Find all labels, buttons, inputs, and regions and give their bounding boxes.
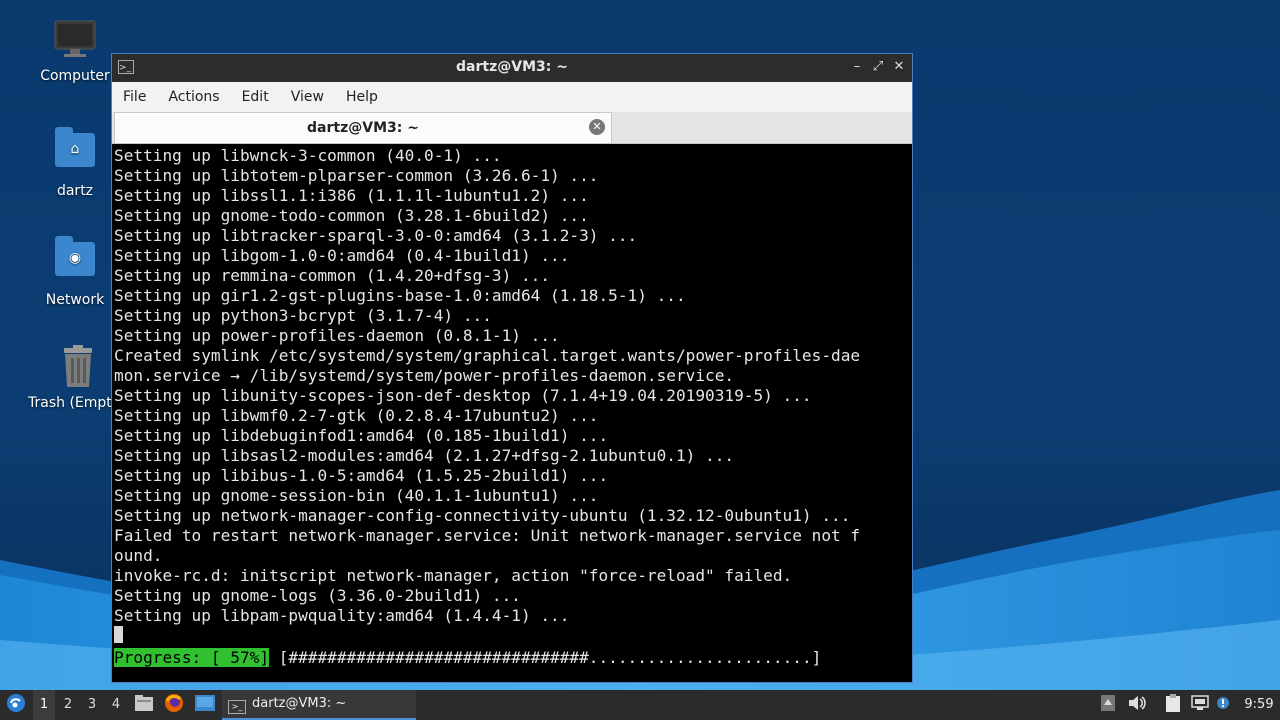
terminal-cursor — [114, 626, 123, 643]
task-terminal-button[interactable]: >_ dartz@VM3: ~ — [222, 690, 416, 720]
window-title: dartz@VM3: ~ — [456, 59, 568, 75]
taskbar: 1 2 3 4 >_ dartz@VM3: ~ 9:59 — [0, 690, 1280, 720]
clock[interactable]: 9:59 — [1240, 690, 1278, 720]
show-desktop-button[interactable] — [193, 690, 217, 720]
terminal-line: Setting up remmina-common (1.4.20+dfsg-3… — [114, 266, 551, 285]
terminal-line: Setting up network-manager-config-connec… — [114, 506, 851, 525]
workspace-1[interactable]: 1 — [33, 690, 55, 720]
progress-line: Progress: [ 57%] [######################… — [114, 648, 821, 668]
firefox-icon — [165, 694, 183, 712]
menu-edit[interactable]: Edit — [231, 82, 280, 112]
file-manager-launcher[interactable] — [133, 690, 155, 720]
clipboard-icon[interactable] — [1163, 690, 1183, 720]
terminal-line: Setting up power-profiles-daemon (0.8.1-… — [114, 326, 560, 345]
terminal-line: Setting up libgom-1.0-0:amd64 (0.4-1buil… — [114, 246, 570, 265]
file-manager-icon — [135, 695, 153, 711]
volume-icon[interactable] — [1126, 690, 1148, 720]
terminal-line: Setting up python3-bcrypt (3.1.7-4) ... — [114, 306, 492, 325]
lubuntu-logo-icon — [7, 694, 25, 712]
terminal-line: invoke-rc.d: initscript network-manager,… — [114, 566, 793, 585]
workspace-4[interactable]: 4 — [105, 690, 127, 720]
terminal-line: Setting up gnome-todo-common (3.28.1-6bu… — [114, 206, 589, 225]
workspace-3[interactable]: 3 — [81, 690, 103, 720]
menu-help[interactable]: Help — [335, 82, 389, 112]
workspace-2[interactable]: 2 — [57, 690, 79, 720]
close-icon[interactable]: ✕ — [890, 58, 908, 76]
minimize-icon[interactable]: – — [848, 58, 866, 76]
terminal-line: mon.service → /lib/systemd/system/power-… — [114, 366, 735, 385]
firefox-launcher[interactable] — [163, 690, 185, 720]
terminal-line: Setting up libpam-pwquality:amd64 (1.4.4… — [114, 606, 570, 625]
terminal-task-icon: >_ — [228, 700, 246, 714]
tab-terminal[interactable]: dartz@VM3: ~ ✕ — [114, 112, 612, 143]
computer-icon — [53, 18, 97, 62]
menubar: File Actions Edit View Help — [112, 82, 912, 112]
terminal-line: Setting up libdebuginfod1:amd64 (0.185-1… — [114, 426, 609, 445]
home-folder-icon: ⌂ — [53, 127, 97, 177]
desktop-icon-label: Network — [45, 292, 105, 308]
start-menu-button[interactable] — [4, 690, 28, 720]
terminal-line: Setting up gnome-logs (3.36.0-2build1) .… — [114, 586, 521, 605]
desktop-icon-network[interactable]: ◉ Network — [25, 236, 125, 308]
terminal-line: Setting up libunity-scopes-json-def-desk… — [114, 386, 812, 405]
network-folder-icon: ◉ — [53, 236, 97, 286]
menu-actions[interactable]: Actions — [157, 82, 230, 112]
terminal-line: Setting up gir1.2-gst-plugins-base-1.0:a… — [114, 286, 686, 305]
desktop-icon-home-folder[interactable]: ⌂ dartz — [25, 127, 125, 199]
terminal-line: ound. — [114, 546, 163, 565]
maximize-icon[interactable]: ⤢ — [869, 58, 887, 76]
tab-close-icon[interactable]: ✕ — [589, 119, 605, 135]
terminal-line: Setting up libsasl2-modules:amd64 (2.1.2… — [114, 446, 735, 465]
terminal-line: Setting up libibus-1.0-5:amd64 (1.5.25-2… — [114, 466, 609, 485]
window-titlebar[interactable]: >_ dartz@VM3: ~ – ⤢ ✕ — [112, 54, 912, 82]
terminal-line: Setting up libwmf0.2-7-gtk (0.2.8.4-17ub… — [114, 406, 599, 425]
desktop-icon-label: Computer — [40, 68, 110, 84]
terminal-lines: Setting up libwnck-3-common (40.0-1) ...… — [114, 146, 910, 626]
update-notification-icon[interactable] — [1215, 690, 1231, 720]
terminal-line: Failed to restart network-manager.servic… — [114, 526, 861, 545]
progress-label: Progress: [ 57%] — [114, 648, 270, 667]
menu-view[interactable]: View — [280, 82, 335, 112]
terminal-cursor-line — [114, 626, 910, 646]
desktop-icon-label: dartz — [56, 183, 94, 199]
terminal-window: >_ dartz@VM3: ~ – ⤢ ✕ File Actions Edit Vie… — [111, 53, 913, 683]
terminal-output[interactable]: Setting up libwnck-3-common (40.0-1) ...… — [114, 146, 910, 680]
terminal-line: Setting up gnome-session-bin (40.1.1-1ub… — [114, 486, 599, 505]
desktop-icon — [195, 695, 215, 711]
menu-file[interactable]: File — [112, 82, 157, 112]
terminal-line: Created symlink /etc/systemd/system/grap… — [114, 346, 861, 365]
terminal-line: Setting up libwnck-3-common (40.0-1) ... — [114, 146, 502, 165]
terminal-line: Setting up libtracker-sparql-3.0-0:amd64… — [114, 226, 638, 245]
desktop-icon-computer[interactable]: Computer — [25, 18, 125, 84]
progress-bar: [###############################........… — [278, 648, 822, 667]
terminal-line: Setting up libssl1.1:i386 (1.1.1l-1ubunt… — [114, 186, 589, 205]
network-status-icon[interactable] — [1189, 690, 1211, 720]
tab-bar: dartz@VM3: ~ ✕ — [112, 112, 912, 144]
tab-label: dartz@VM3: ~ — [307, 120, 419, 136]
terminal-line: Setting up libtotem-plparser-common (3.2… — [114, 166, 599, 185]
trash-icon — [56, 345, 100, 389]
task-label: dartz@VM3: ~ — [252, 696, 347, 711]
tray-eject-icon[interactable] — [1098, 690, 1118, 720]
